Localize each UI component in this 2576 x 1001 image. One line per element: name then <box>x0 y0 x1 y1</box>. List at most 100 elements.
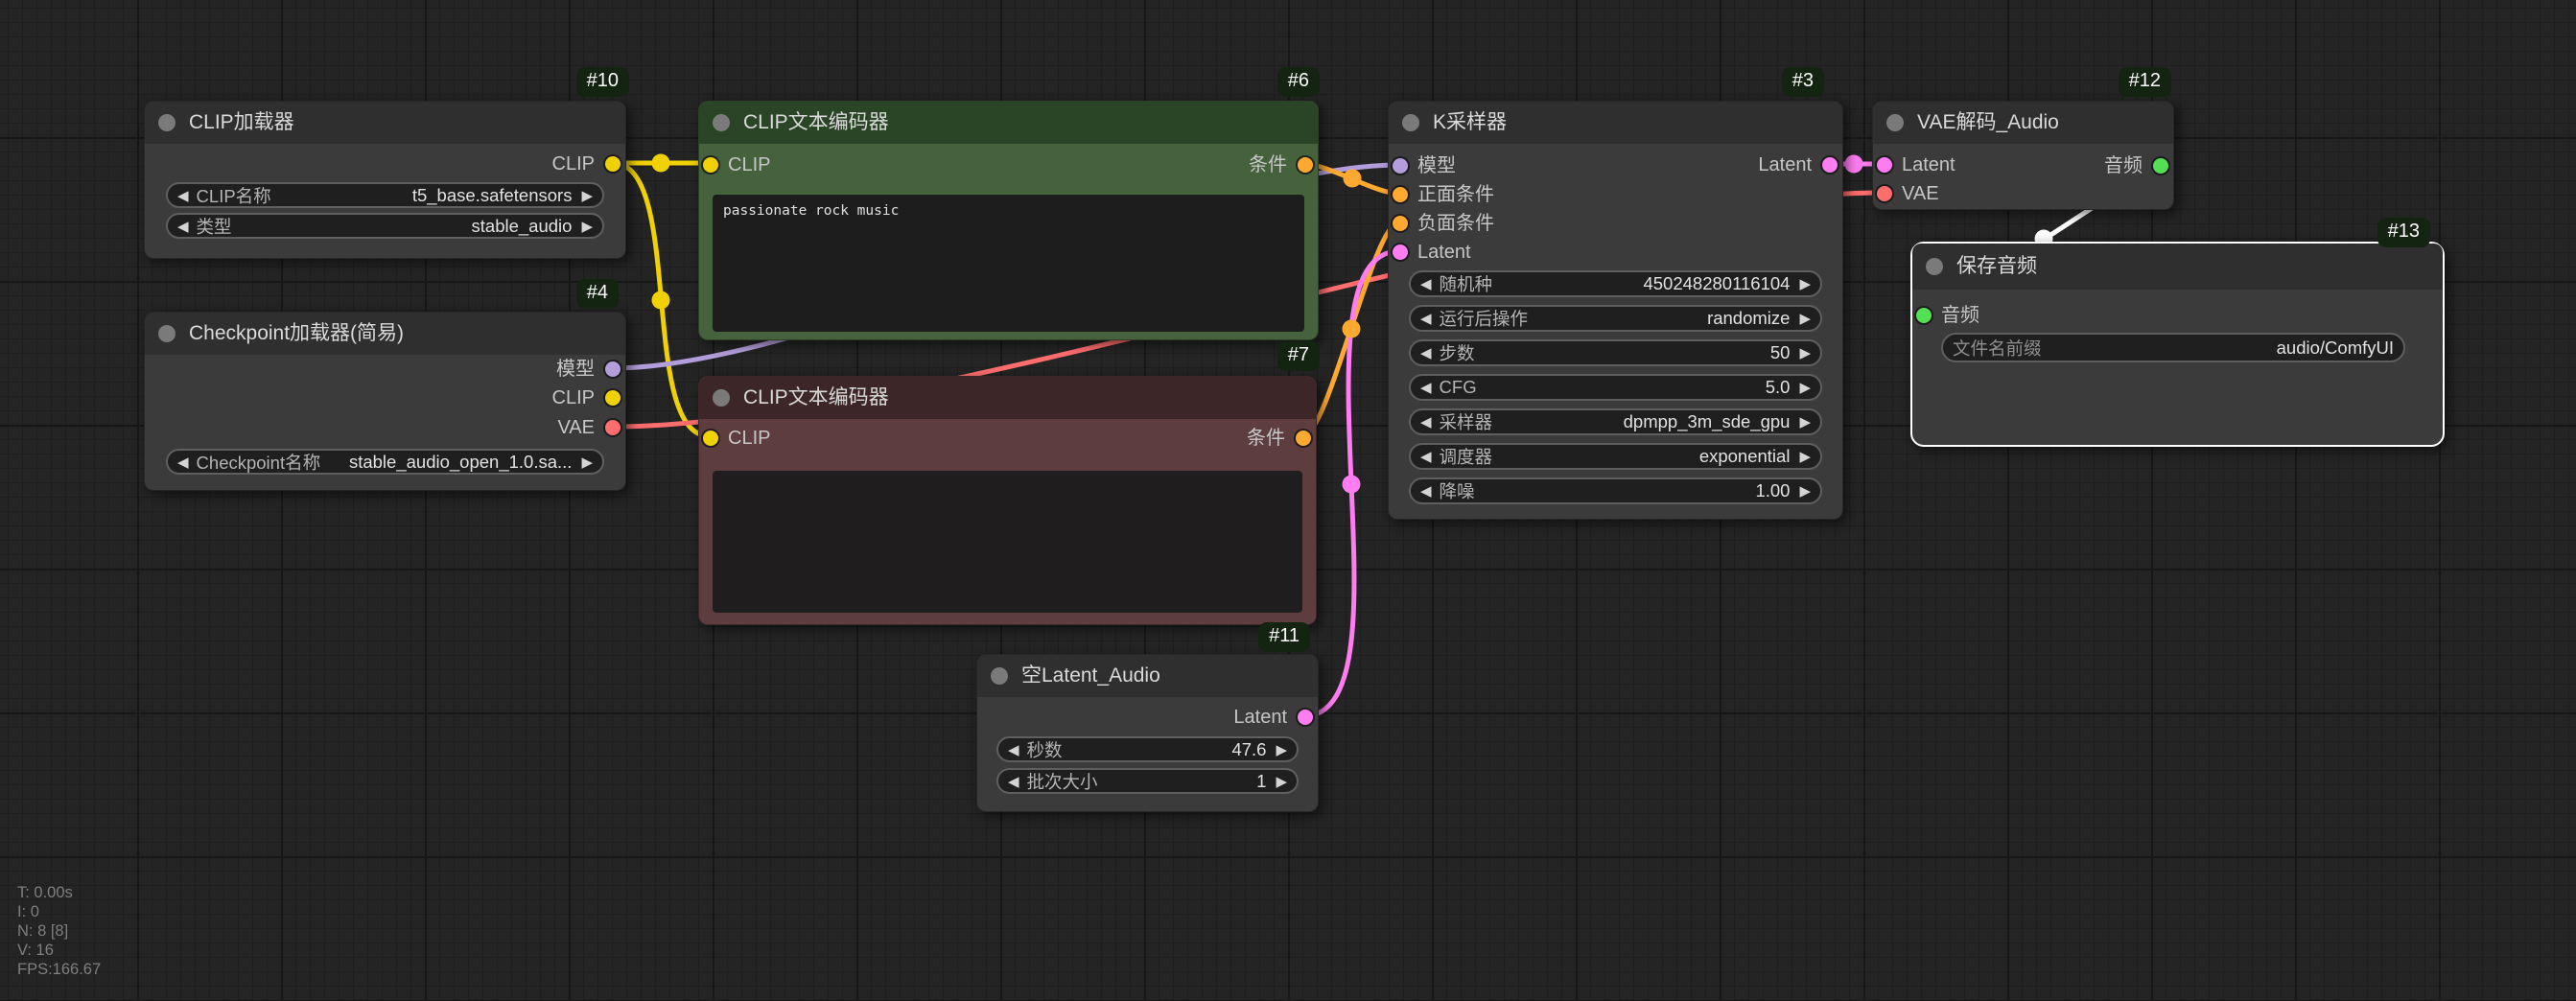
widget-filename-prefix[interactable]: 文件名前缀 audio/ComfyUI <box>1941 333 2405 362</box>
prev-arrow-icon[interactable]: ◀ <box>1420 310 1432 327</box>
audio-port-icon[interactable] <box>1916 308 1932 323</box>
clip-port-icon[interactable] <box>605 390 621 406</box>
output-slot-conditioning: 条件 <box>699 152 1318 177</box>
widget-control-after-generate[interactable]: ◀ 运行后操作 randomize ▶ <box>1409 305 1822 332</box>
audio-port-icon[interactable] <box>2153 158 2168 174</box>
prev-arrow-icon[interactable]: ◀ <box>1420 413 1432 431</box>
widget-seed[interactable]: ◀ 随机种 450248280116104 ▶ <box>1409 270 1822 297</box>
latent-port-icon[interactable] <box>1393 244 1408 260</box>
node-title: 空Latent_Audio <box>1021 655 1160 697</box>
prev-arrow-icon[interactable]: ◀ <box>1008 741 1019 758</box>
widget-denoise[interactable]: ◀ 降噪 1.00 ▶ <box>1409 477 1822 504</box>
node-titlebar[interactable]: 空Latent_Audio <box>977 655 1318 697</box>
link-dot <box>1343 320 1361 338</box>
stat-time: T: 0.00s <box>17 884 73 901</box>
conditioning-port-icon[interactable] <box>1298 157 1313 173</box>
vae-port-icon[interactable] <box>1877 186 1892 201</box>
widget-batch-size[interactable]: ◀ 批次大小 1 ▶ <box>996 768 1299 794</box>
next-arrow-icon[interactable]: ▶ <box>1799 344 1811 361</box>
node-clip-loader[interactable]: CLIP加载器 CLIP ◀ CLIP名称 t5_base.safetensor… <box>144 101 626 259</box>
collapse-dot-icon[interactable] <box>991 667 1008 685</box>
widget-steps[interactable]: ◀ 步数 50 ▶ <box>1409 339 1822 366</box>
next-arrow-icon[interactable]: ▶ <box>1799 310 1811 327</box>
output-slot-conditioning: 条件 <box>699 426 1316 451</box>
collapse-dot-icon[interactable] <box>158 325 176 342</box>
prev-arrow-icon[interactable]: ◀ <box>177 187 189 204</box>
node-id-badge: #6 <box>1277 67 1320 97</box>
input-slot-vae: VAE <box>1873 181 2038 206</box>
node-save-audio[interactable]: 保存音频 音频 文件名前缀 audio/ComfyUI <box>1910 242 2445 447</box>
widget-clip-type[interactable]: ◀ 类型 stable_audio ▶ <box>166 213 604 239</box>
widget-cfg[interactable]: ◀ CFG 5.0 ▶ <box>1409 374 1822 401</box>
prev-arrow-icon[interactable]: ◀ <box>1420 344 1432 361</box>
node-titlebar[interactable]: CLIP文本编码器 <box>699 102 1318 144</box>
next-arrow-icon[interactable]: ▶ <box>1276 773 1287 790</box>
next-arrow-icon[interactable]: ▶ <box>1799 379 1811 396</box>
next-arrow-icon[interactable]: ▶ <box>1276 741 1287 758</box>
node-empty-latent-audio[interactable]: 空Latent_Audio Latent ◀ 秒数 47.6 ▶ ◀ 批次大小 … <box>976 654 1319 812</box>
node-title: CLIP加载器 <box>189 102 294 144</box>
prev-arrow-icon[interactable]: ◀ <box>1420 448 1432 465</box>
node-clip-text-encode-positive[interactable]: CLIP文本编码器 CLIP 条件 passionate rock music <box>698 101 1319 340</box>
prev-arrow-icon[interactable]: ◀ <box>177 218 189 235</box>
conditioning-port-icon[interactable] <box>1393 187 1408 202</box>
link-dot <box>652 154 670 173</box>
next-arrow-icon[interactable]: ▶ <box>1799 275 1811 292</box>
widget-seconds[interactable]: ◀ 秒数 47.6 ▶ <box>996 736 1299 762</box>
prev-arrow-icon[interactable]: ◀ <box>177 454 189 471</box>
widget-sampler-name[interactable]: ◀ 采样器 dpmpp_3m_sde_gpu ▶ <box>1409 408 1822 435</box>
stat-fps: FPS:166.67 <box>17 961 101 978</box>
latent-port-icon[interactable] <box>1298 710 1313 725</box>
link-dot <box>1343 476 1361 494</box>
node-clip-text-encode-negative[interactable]: CLIP文本编码器 CLIP 条件 <box>698 376 1317 625</box>
node-titlebar[interactable]: CLIP文本编码器 <box>699 377 1316 419</box>
node-title: CLIP文本编码器 <box>743 377 889 419</box>
prev-arrow-icon[interactable]: ◀ <box>1008 773 1019 790</box>
widget-scheduler[interactable]: ◀ 调度器 exponential ▶ <box>1409 443 1822 470</box>
perf-stats: T: 0.00s I: 0 N: 8 [8] V: 16 FPS:166.67 <box>17 883 101 979</box>
collapse-dot-icon[interactable] <box>713 389 730 407</box>
output-slot-audio: 音频 <box>1873 153 2173 178</box>
model-port-icon[interactable] <box>605 361 621 377</box>
next-arrow-icon[interactable]: ▶ <box>581 187 593 204</box>
vae-port-icon[interactable] <box>605 420 621 435</box>
node-title: CLIP文本编码器 <box>743 102 889 144</box>
output-slot-latent: Latent <box>1389 152 1842 177</box>
node-checkpoint-loader[interactable]: Checkpoint加载器(简易) 模型 CLIP VAE ◀ Checkpoi… <box>144 312 626 491</box>
node-titlebar[interactable]: VAE解码_Audio <box>1873 102 2173 144</box>
next-arrow-icon[interactable]: ▶ <box>581 454 593 471</box>
node-title: K采样器 <box>1433 102 1507 144</box>
next-arrow-icon[interactable]: ▶ <box>1799 413 1811 431</box>
node-id-badge: #13 <box>2377 218 2430 247</box>
node-id-badge: #7 <box>1277 341 1320 371</box>
prev-arrow-icon[interactable]: ◀ <box>1420 482 1432 500</box>
prev-arrow-icon[interactable]: ◀ <box>1420 379 1432 396</box>
prompt-textarea[interactable] <box>713 471 1302 613</box>
link-dot <box>652 291 670 310</box>
collapse-dot-icon[interactable] <box>1886 114 1904 131</box>
collapse-dot-icon[interactable] <box>1402 114 1419 131</box>
node-titlebar[interactable]: 保存音频 <box>1912 244 2443 290</box>
clip-port-icon[interactable] <box>605 156 621 172</box>
conditioning-port-icon[interactable] <box>1296 431 1311 446</box>
node-vae-decode-audio[interactable]: VAE解码_Audio Latent VAE 音频 <box>1872 101 2174 210</box>
prompt-textarea[interactable]: passionate rock music <box>713 195 1304 332</box>
next-arrow-icon[interactable]: ▶ <box>581 218 593 235</box>
next-arrow-icon[interactable]: ▶ <box>1799 482 1811 500</box>
node-ksampler[interactable]: K采样器 模型 正面条件 负面条件 Latent Latent ◀ 随机种 45… <box>1388 101 1843 520</box>
node-titlebar[interactable]: K采样器 <box>1389 102 1842 144</box>
graph-canvas[interactable]: CLIP加载器 CLIP ◀ CLIP名称 t5_base.safetensor… <box>0 0 2576 1001</box>
collapse-dot-icon[interactable] <box>713 114 730 131</box>
latent-port-icon[interactable] <box>1822 157 1838 173</box>
widget-checkpoint-name[interactable]: ◀ Checkpoint名称 stable_audio_open_1.0.sa.… <box>166 449 604 475</box>
link-dot <box>1845 155 1863 174</box>
collapse-dot-icon[interactable] <box>1926 258 1943 275</box>
collapse-dot-icon[interactable] <box>158 114 176 131</box>
output-slot-vae: VAE <box>145 415 625 440</box>
conditioning-port-icon[interactable] <box>1393 216 1408 231</box>
prev-arrow-icon[interactable]: ◀ <box>1420 275 1432 292</box>
node-titlebar[interactable]: Checkpoint加载器(简易) <box>145 313 625 355</box>
widget-clip-name[interactable]: ◀ CLIP名称 t5_base.safetensors ▶ <box>166 182 604 208</box>
node-titlebar[interactable]: CLIP加载器 <box>145 102 625 144</box>
next-arrow-icon[interactable]: ▶ <box>1799 448 1811 465</box>
